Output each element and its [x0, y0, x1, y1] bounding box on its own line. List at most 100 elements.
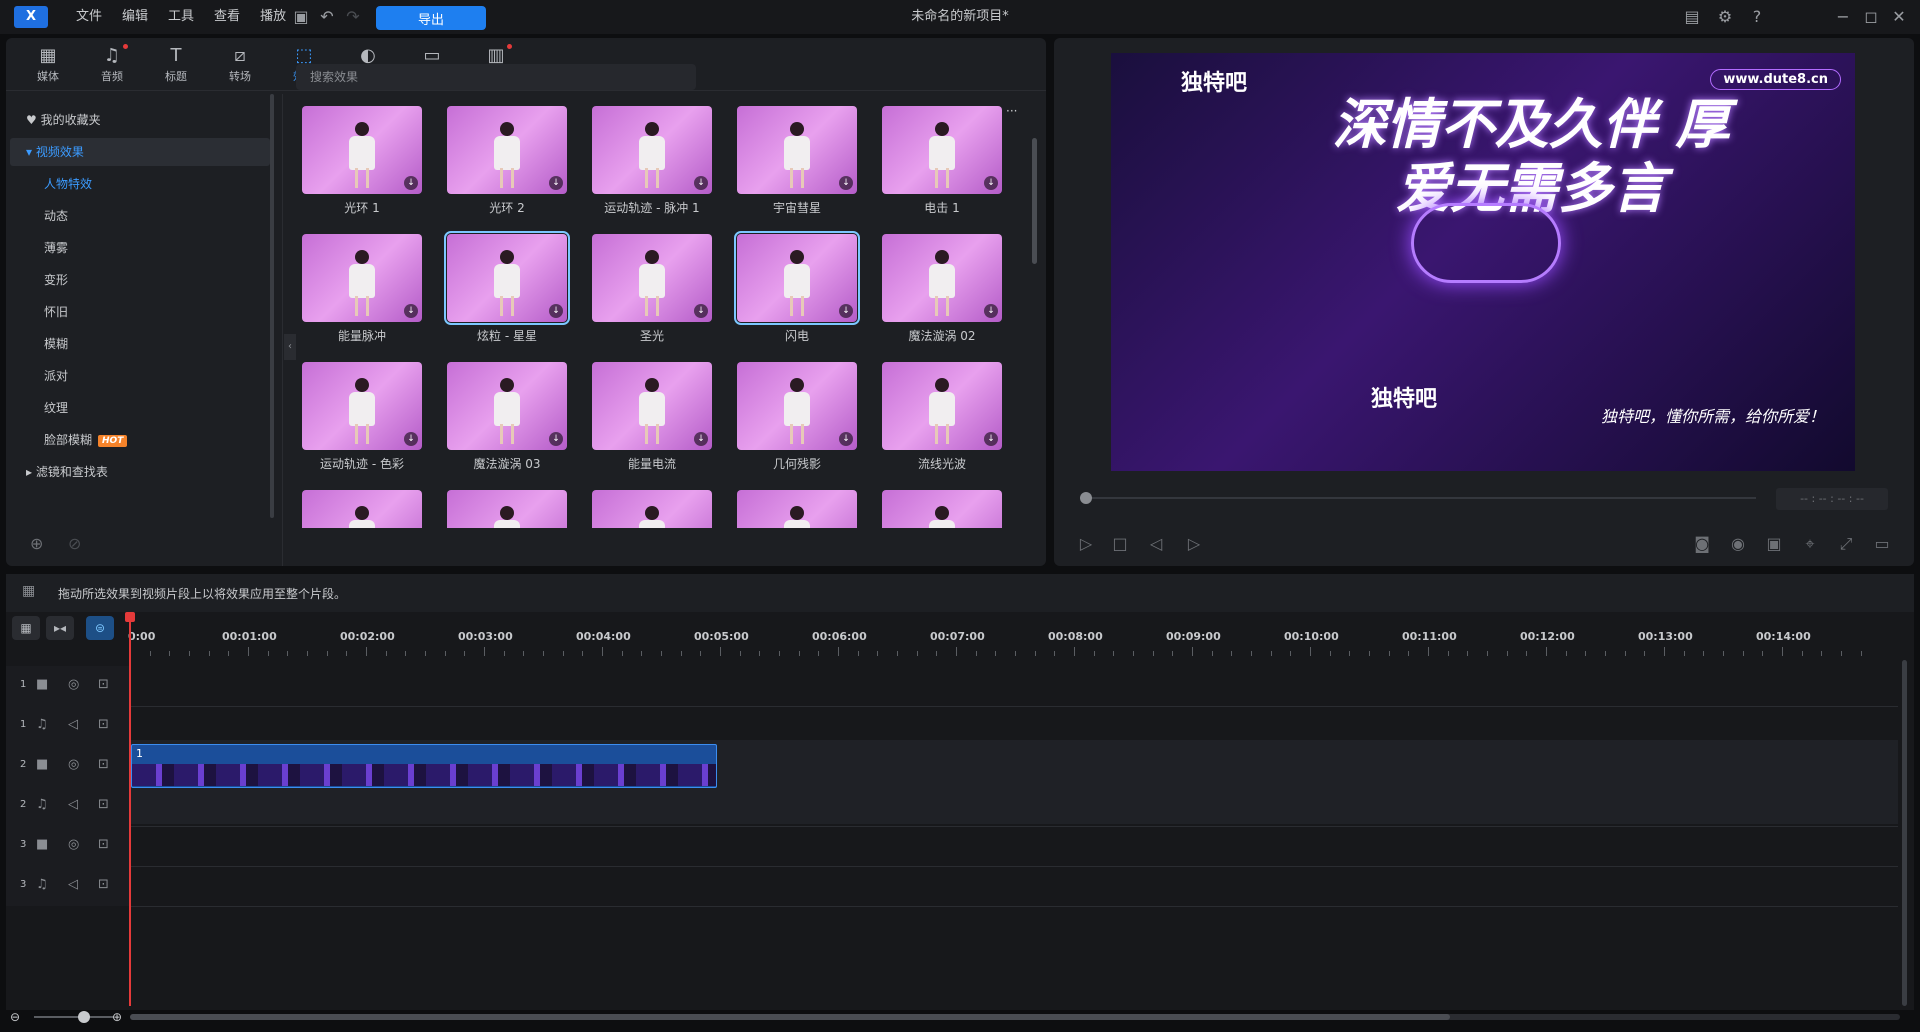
link-button[interactable]: ⊜: [86, 616, 114, 640]
preview-progress-knob[interactable]: [1080, 492, 1092, 504]
effect-card[interactable]: ↓ 光环 2: [445, 104, 569, 216]
tab-media[interactable]: ▦ 媒体: [16, 38, 80, 88]
effect-card[interactable]: ↓: [590, 488, 714, 528]
speaker-icon[interactable]: ◁: [68, 717, 78, 732]
zoom-slider-knob[interactable]: [78, 1011, 90, 1023]
maximize-icon[interactable]: ◻: [1862, 8, 1880, 26]
track-header-video[interactable]: 3 ■ ◎ ⊡: [6, 826, 130, 866]
eye-icon[interactable]: ◎: [68, 677, 79, 692]
effect-card[interactable]: ↓ 能量电流: [590, 360, 714, 472]
category-filters[interactable]: ▸ 滤镜和查找表: [10, 458, 270, 486]
record-icon[interactable]: ◉: [1728, 534, 1748, 554]
effect-card[interactable]: ↓ 闪电: [734, 231, 860, 344]
effect-card[interactable]: ↓ 光环 1: [300, 104, 424, 216]
effect-card[interactable]: ↓ 运动轨迹 - 脉冲 1: [590, 104, 714, 216]
speaker-icon[interactable]: ◁: [68, 797, 78, 812]
menu-play[interactable]: 播放: [250, 0, 296, 34]
crop-icon[interactable]: ▣: [1764, 534, 1784, 554]
lock-icon[interactable]: ⊡: [98, 717, 109, 732]
category-mist[interactable]: 薄雾: [10, 234, 270, 262]
effect-card[interactable]: ↓ 能量脉冲: [300, 232, 424, 344]
track-header-audio[interactable]: 1 ♫ ◁ ⊡: [6, 706, 130, 746]
eye-icon[interactable]: ◎: [68, 837, 79, 852]
zoom-in-icon[interactable]: ⊕: [112, 1010, 122, 1024]
speaker-icon[interactable]: ◁: [68, 877, 78, 892]
aspect-ratio-icon[interactable]: ▭: [1872, 534, 1892, 554]
category-blur[interactable]: 模糊: [10, 330, 270, 358]
collapse-panel-handle[interactable]: ‹: [284, 334, 296, 360]
effect-card[interactable]: ↓ 圣光: [590, 232, 714, 344]
preview-screen[interactable]: 独特吧 www.dute8.cn 深情不及久伴 厚爱无需多言 独特吧 独特吧，懂…: [1111, 53, 1855, 471]
effect-card[interactable]: ↓ 流线光波: [880, 360, 1004, 472]
category-video-effects[interactable]: ▾ 视频效果: [10, 138, 270, 166]
track-header-audio[interactable]: 3 ♫ ◁ ⊡: [6, 866, 130, 906]
zoom-fit-icon[interactable]: ⌖: [1800, 534, 1820, 554]
effect-card[interactable]: ↓ 电击 1: [880, 104, 1004, 216]
eye-icon[interactable]: ◎: [68, 757, 79, 772]
layout-icon[interactable]: ▤: [1683, 8, 1701, 26]
timeline-vscroll[interactable]: [1902, 660, 1907, 1006]
effect-card[interactable]: ↓: [300, 488, 424, 528]
menu-edit[interactable]: 编辑: [112, 0, 158, 34]
export-button[interactable]: 导出: [376, 6, 486, 30]
menu-file[interactable]: 文件: [66, 0, 112, 34]
download-icon[interactable]: ↓: [404, 432, 418, 446]
lock-icon[interactable]: ⊡: [98, 837, 109, 852]
category-favorites[interactable]: ♥ 我的收藏夹: [10, 106, 270, 134]
add-track-button[interactable]: ▦: [12, 616, 40, 640]
category-party[interactable]: 派对: [10, 362, 270, 390]
tab-audio[interactable]: ♫ 音频: [80, 38, 144, 88]
menu-tools[interactable]: 工具: [158, 0, 204, 34]
prev-frame-icon[interactable]: ◁: [1146, 534, 1166, 554]
category-retro[interactable]: 怀旧: [10, 298, 270, 326]
effect-card[interactable]: ↓: [735, 488, 859, 528]
save-icon[interactable]: ▣: [292, 8, 310, 26]
track-header-video[interactable]: 1 ■ ◎ ⊡: [6, 666, 130, 706]
effect-card[interactable]: ↓ 运动轨迹 - 色彩: [300, 360, 424, 472]
redo-icon[interactable]: ↷: [344, 8, 362, 26]
help-icon[interactable]: ?: [1748, 8, 1766, 26]
video-clip[interactable]: 1: [131, 744, 717, 788]
download-icon[interactable]: ↓: [549, 432, 563, 446]
download-icon[interactable]: ↓: [694, 304, 708, 318]
snapshot-icon[interactable]: ◙: [1692, 534, 1712, 554]
download-icon[interactable]: ↓: [404, 176, 418, 190]
effect-card[interactable]: ↓ 几何残影: [735, 360, 859, 472]
track-header-audio[interactable]: 2 ♫ ◁ ⊡: [6, 786, 130, 826]
tab-transition[interactable]: ⧄ 转场: [208, 38, 272, 88]
tab-title[interactable]: T 标题: [144, 38, 208, 88]
lock-icon[interactable]: ⊡: [98, 677, 109, 692]
download-icon[interactable]: ↓: [694, 432, 708, 446]
download-icon[interactable]: ↓: [984, 304, 998, 318]
zoom-slider-track[interactable]: [34, 1016, 114, 1018]
effect-card[interactable]: ↓: [880, 488, 1004, 528]
zoom-out-icon[interactable]: ⊖: [10, 1010, 20, 1024]
play-icon[interactable]: ▷: [1076, 534, 1096, 554]
search-input[interactable]: [296, 64, 696, 90]
lock-icon[interactable]: ⊡: [98, 757, 109, 772]
playhead[interactable]: [129, 616, 131, 1006]
download-icon[interactable]: ↓: [984, 432, 998, 446]
add-tag-icon[interactable]: ⊕: [30, 534, 43, 553]
effect-card[interactable]: ↓ 炫粒 - 星星: [444, 231, 570, 344]
effect-card[interactable]: ↓ 魔法漩涡 03: [445, 360, 569, 472]
undo-icon[interactable]: ↶: [318, 8, 336, 26]
grid-scrollbar[interactable]: [1032, 138, 1037, 264]
remove-tag-icon[interactable]: ⊘: [68, 534, 81, 553]
timeline-hscroll-thumb[interactable]: [130, 1014, 1450, 1020]
next-frame-icon[interactable]: ▷: [1184, 534, 1204, 554]
download-icon[interactable]: ↓: [694, 176, 708, 190]
effect-card[interactable]: ↓: [445, 488, 569, 528]
category-face-blur[interactable]: 脸部模糊 HOT: [10, 426, 270, 454]
category-texture[interactable]: 纹理: [10, 394, 270, 422]
category-people-effects[interactable]: 人物特效: [10, 170, 270, 198]
category-distort[interactable]: 变形: [10, 266, 270, 294]
download-icon[interactable]: ↓: [404, 304, 418, 318]
download-icon[interactable]: ↓: [549, 176, 563, 190]
effect-card[interactable]: ↓ 宇宙彗星: [735, 104, 859, 216]
category-dynamic[interactable]: 动态: [10, 202, 270, 230]
download-icon[interactable]: ↓: [549, 304, 563, 318]
fullscreen-icon[interactable]: ⤢: [1836, 534, 1856, 554]
track-header-video[interactable]: 2 ■ ◎ ⊡: [6, 746, 130, 786]
close-icon[interactable]: ✕: [1890, 8, 1908, 26]
